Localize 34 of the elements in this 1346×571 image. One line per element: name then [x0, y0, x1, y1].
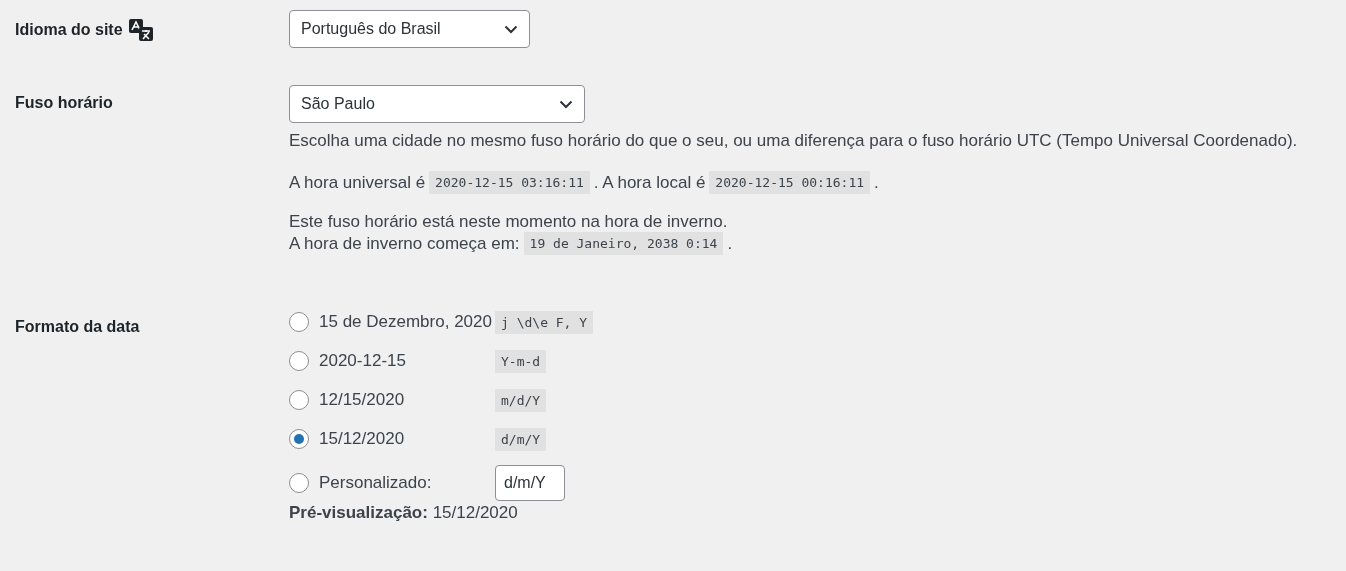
time-text: . A hora local é: [593, 172, 706, 193]
chevron-down-icon: [559, 99, 573, 109]
setting-label: Fuso horário: [15, 94, 113, 112]
time-value: 2020-12-15 00:16:11: [709, 171, 871, 194]
preview-text: Pré-visualização: 15/12/2020: [289, 503, 519, 523]
format-code: Y-m-d: [495, 350, 547, 373]
format-code: d/m/Y: [495, 428, 547, 451]
option-label: Personalizado:: [319, 473, 433, 493]
dst-note: Este fuso horário está neste momento na hora de inverno.: [289, 212, 728, 232]
option-label: 2020-12-15: [319, 351, 407, 371]
setting-label: Formato da data: [15, 318, 140, 336]
time-text: .: [874, 172, 879, 193]
option-label: 15 de Dezembro, 2020: [319, 312, 493, 332]
radio-button[interactable]: [289, 312, 309, 332]
time-text: A hora de inverno começa em:: [289, 233, 520, 254]
format-code: j \d\e F, Y: [495, 311, 594, 334]
setting-label: Idioma do site: [15, 21, 123, 39]
radio-button[interactable]: [289, 473, 309, 493]
time-value: 2020-12-15 03:16:11: [429, 171, 590, 194]
option-label: 15/12/2020: [319, 429, 406, 449]
format-code: m/d/Y: [495, 389, 547, 412]
radio-button[interactable]: [289, 429, 309, 449]
dropdown[interactable]: São Paulo: [289, 85, 585, 123]
translate-icon: [128, 19, 155, 41]
radio-button[interactable]: [289, 351, 309, 371]
option-label: 12/15/2020: [319, 390, 406, 410]
time-text: A hora universal é: [289, 172, 426, 193]
time-text: .: [727, 233, 733, 254]
radio-button[interactable]: [289, 390, 309, 410]
time-value: 19 de Janeiro, 2038 0:14: [523, 232, 724, 255]
description-text: Escolha uma cidade no mesmo fuso horário do que o seu, ou uma diferença para o fuso horário UTC (Tempo Universal Coordenado).: [289, 131, 1299, 151]
format-input[interactable]: d/m/Y: [495, 465, 565, 501]
dropdown[interactable]: Português do Brasil: [289, 10, 530, 48]
chevron-down-icon: [504, 24, 518, 34]
